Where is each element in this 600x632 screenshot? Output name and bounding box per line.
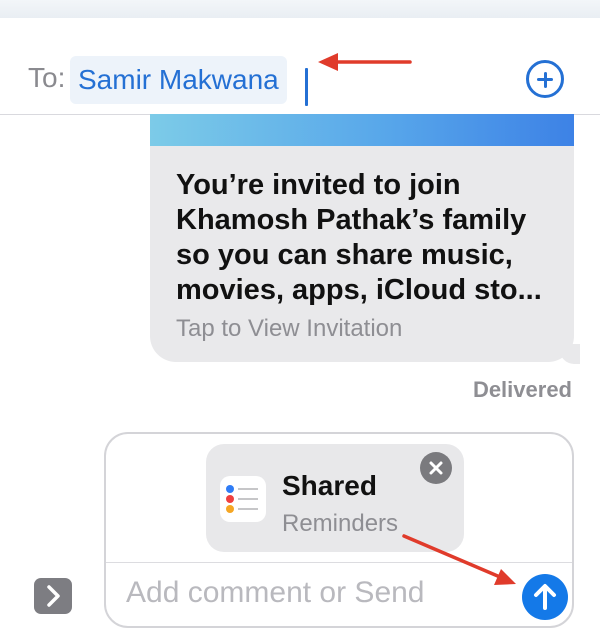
send-button[interactable] [522,574,568,620]
recipient-token[interactable]: Samir Makwana [70,56,287,104]
arrow-up-icon [534,584,556,610]
bubble-tail [560,344,580,364]
invitation-text: You’re invited to join Khamosh Pathak’s … [176,168,556,308]
shared-reminders-attachment[interactable]: Shared Reminders [206,444,464,552]
invitation-line: Khamosh Pathak’s family [176,204,527,236]
comment-input[interactable]: Add comment or Send [126,576,425,610]
chevron-right-icon[interactable] [34,578,72,614]
invitation-line: movies, apps, iCloud sto... [176,274,542,306]
compose-divider [106,562,572,563]
invitation-line: so you can share music, [176,239,513,271]
invitation-subtitle: Tap to View Invitation [176,315,403,342]
status-strip [0,0,600,19]
delivery-status: Delivered [472,377,572,402]
reminders-icon [220,476,266,522]
invitation-message-bubble[interactable]: You’re invited to join Khamosh Pathak’s … [150,114,580,364]
to-label: To: [28,62,66,93]
close-icon[interactable] [420,452,452,484]
invitation-line: You’re invited to join [176,169,461,201]
plus-circle-icon[interactable] [526,60,564,98]
invitation-banner [150,114,574,146]
compose-box: Shared Reminders Add comment or Send [104,432,574,628]
attachment-subtitle: Reminders [282,510,399,537]
recipient-bar: To: Samir Makwana [0,18,600,115]
attachment-title: Shared [282,470,377,501]
text-cursor [305,68,308,106]
